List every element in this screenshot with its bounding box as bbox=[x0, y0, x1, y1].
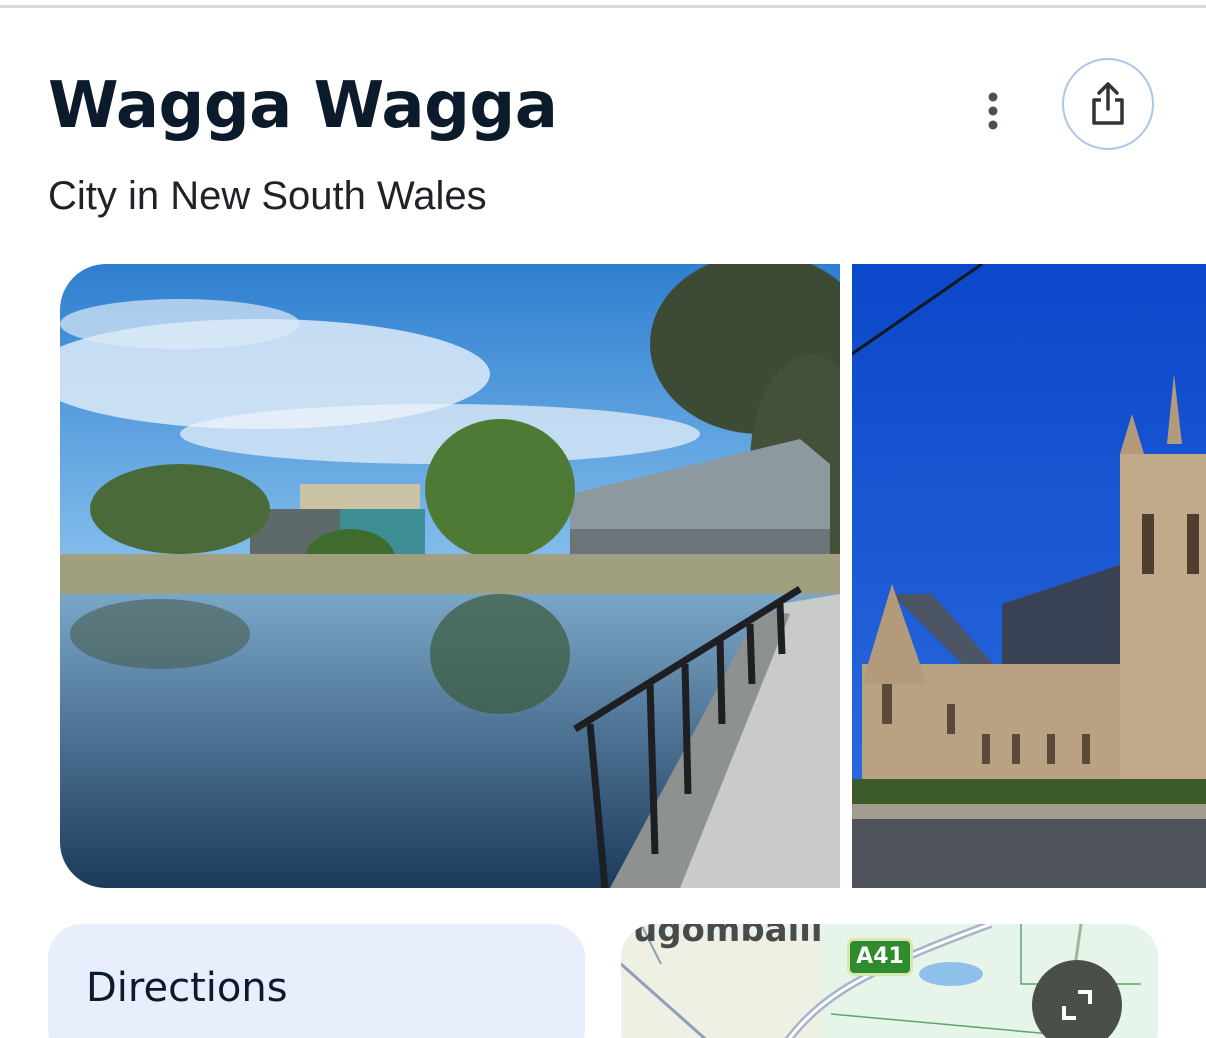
map-preview[interactable]: ugomballi A41 bbox=[621, 924, 1158, 1038]
road-shield-badge: A41 bbox=[847, 938, 913, 976]
place-subtitle: City in New South Wales bbox=[48, 174, 487, 218]
photo-lakeside-gallery-image bbox=[60, 264, 840, 888]
share-icon bbox=[1092, 82, 1124, 125]
photo-cathedral[interactable] bbox=[852, 264, 1206, 888]
photo-lakeside-gallery[interactable] bbox=[60, 264, 840, 888]
share-button[interactable] bbox=[1062, 58, 1154, 150]
place-title: Wagga Wagga bbox=[48, 69, 558, 143]
more-options-button[interactable] bbox=[968, 84, 1018, 138]
map-place-label: ugomballi bbox=[633, 924, 823, 950]
expand-icon bbox=[1062, 990, 1092, 1020]
more-vert-icon bbox=[988, 92, 998, 130]
top-divider bbox=[0, 5, 1206, 8]
directions-button[interactable]: Directions bbox=[48, 924, 585, 1038]
photo-cathedral-image bbox=[852, 264, 1206, 888]
directions-label: Directions bbox=[86, 965, 288, 1011]
